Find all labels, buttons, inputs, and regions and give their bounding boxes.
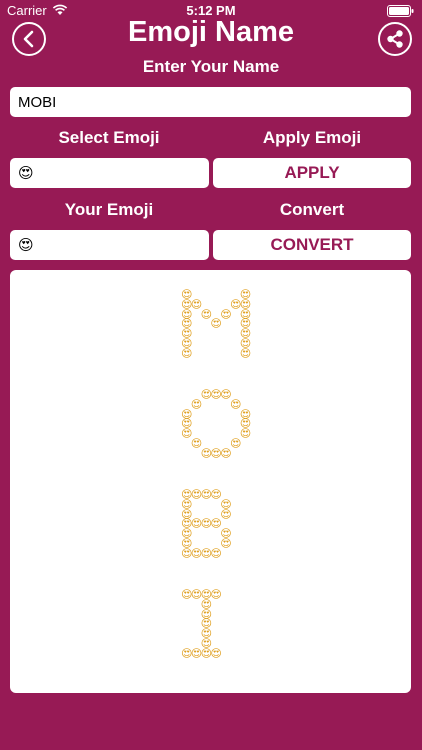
- emoji-pixel: 😍: [220, 508, 232, 521]
- emoji-pixel: 😍: [210, 318, 222, 331]
- emoji-pixel: 😍: [190, 398, 203, 411]
- emoji-pixel: 😍: [210, 647, 222, 660]
- page-subtitle: Enter Your Name: [142, 57, 280, 76]
- emoji-pixel: 😍: [210, 589, 222, 601]
- emoji-pixel: 😍: [220, 447, 232, 460]
- convert-button[interactable]: CONVERT: [213, 230, 411, 260]
- apply-button[interactable]: APPLY: [213, 158, 411, 188]
- share-icon: [387, 30, 403, 48]
- your-emoji-field[interactable]: 😍: [10, 230, 209, 260]
- emoji-output-panel: 😍 😍 😍 😍 😍 😍 😍 😍 😍 😍 😍 😍 😍 😍 😍 😍 😍 😍 😍 😍 😍 😍 😍 😍 😍 😍 😍 😍 😍 😍 😍 😍 😍 😍 😍 😍 😍 😍 😍 😍…: [10, 270, 411, 693]
- emoji-pixel: 😍: [210, 547, 222, 560]
- your-emoji-label: Your Emoji: [64, 200, 154, 219]
- emoji-pixel: 😍: [220, 538, 232, 550]
- select-emoji-label: Select Emoji: [58, 128, 160, 147]
- apply-emoji-label: Apply Emoji: [262, 128, 362, 147]
- page-title: Emoji Name: [128, 16, 294, 48]
- convert-label: Convert: [279, 200, 345, 219]
- emoji-pixel: 😍: [230, 438, 242, 450]
- emoji-pixel: 😍: [181, 347, 193, 360]
- emoji-pixel: 😍: [239, 428, 252, 441]
- name-input[interactable]: MOBI: [10, 87, 411, 117]
- emoji-letter-art: 😍 😍 😍 😍 😍 😍 😍 😍 😍 😍 😍 😍 😍 😍 😍 😍 😍 😍 😍 😍 😍 😍 😍 😍 😍 😍 😍 😍 😍 😍 😍 😍 😍 😍 😍 😍 😍 😍 😍 😍…: [10, 270, 411, 693]
- select-emoji-field[interactable]: 😍: [10, 158, 209, 188]
- emoji-pixel: 😍: [239, 347, 252, 360]
- share-button[interactable]: [378, 22, 412, 56]
- emoji-pixel: 😍: [220, 308, 232, 321]
